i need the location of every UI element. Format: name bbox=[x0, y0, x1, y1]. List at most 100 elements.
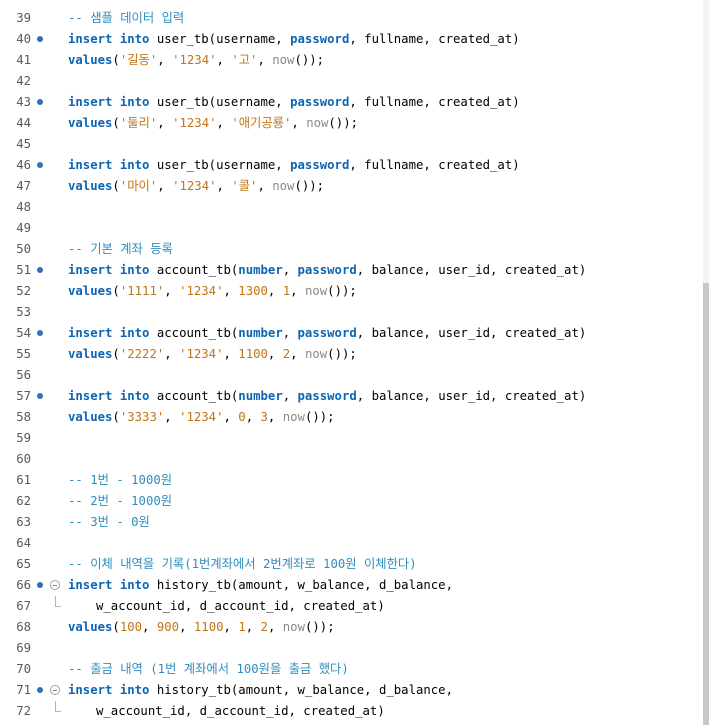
code-line[interactable]: 53 bbox=[0, 302, 700, 323]
code-line[interactable]: 61 -- 1번 - 1000원 bbox=[0, 470, 700, 491]
punctuation-token: , bbox=[245, 410, 261, 424]
line-number: 72 bbox=[16, 704, 31, 718]
code-line[interactable]: 59 bbox=[0, 428, 700, 449]
code-line[interactable]: 45 bbox=[0, 134, 700, 155]
code-line[interactable]: 60 bbox=[0, 449, 700, 470]
line-number: 67 bbox=[16, 599, 31, 613]
code-line[interactable]: 69 bbox=[0, 638, 700, 659]
punctuation-token: ()); bbox=[294, 53, 325, 67]
fold-collapse-icon[interactable] bbox=[50, 685, 60, 695]
punctuation-token: , bbox=[282, 389, 298, 403]
code-line[interactable]: 70 -- 출금 내역 (1번 계좌에서 100원을 출금 했다) bbox=[0, 659, 700, 680]
code-line[interactable]: 52 values('1111', '1234', 1300, 1, now())… bbox=[0, 281, 700, 302]
code-line[interactable]: 50 -- 기본 계좌 등록 bbox=[0, 239, 700, 260]
code-line[interactable]: 39 -- 샘플 데이터 입력 bbox=[0, 8, 700, 29]
code-line[interactable]: 56 bbox=[0, 365, 700, 386]
punctuation-token bbox=[112, 578, 119, 592]
statement-marker-icon[interactable] bbox=[37, 99, 43, 105]
code-text: -- 출금 내역 (1번 계좌에서 100원을 출금 했다) bbox=[68, 659, 349, 680]
vertical-scrollbar[interactable] bbox=[703, 0, 709, 725]
punctuation-token: , bbox=[142, 620, 157, 634]
punctuation-token bbox=[112, 95, 119, 109]
code-text: -- 2번 - 1000원 bbox=[68, 491, 172, 512]
keyword-token: values bbox=[68, 410, 113, 424]
statement-marker-icon[interactable] bbox=[37, 393, 43, 399]
number-token: 3 bbox=[260, 410, 268, 424]
statement-marker-icon[interactable] bbox=[37, 267, 43, 273]
line-number: 62 bbox=[16, 494, 31, 508]
code-line[interactable]: 42 bbox=[0, 71, 700, 92]
punctuation-token: , bbox=[282, 263, 298, 277]
code-text: values('2222', '1234', 1100, 2, now()); bbox=[68, 344, 357, 365]
line-number: 52 bbox=[16, 284, 31, 298]
code-line[interactable]: 51 insert into account_tb(number, passwor… bbox=[0, 260, 700, 281]
code-text: -- 1번 - 1000원 bbox=[68, 470, 172, 491]
scrollbar-thumb[interactable] bbox=[703, 283, 709, 725]
code-line[interactable]: 65 -- 이체 내역을 기록(1번계좌에서 2번계좌로 100원 이체한다) bbox=[0, 554, 700, 575]
code-line[interactable]: 58 values('3333', '1234', 0, 3, now()); bbox=[0, 407, 700, 428]
code-text: values('길동', '1234', '고', now()); bbox=[68, 50, 324, 71]
code-line[interactable]: 72 w_account_id, d_account_id, created_at… bbox=[0, 701, 700, 722]
code-line[interactable]: 44 values('둘리', '1234', '애기공룡', now()); bbox=[0, 113, 700, 134]
code-line[interactable]: 49 bbox=[0, 218, 700, 239]
keyword-token: into bbox=[119, 326, 150, 340]
keyword-token: into bbox=[119, 683, 150, 697]
keyword-token: password bbox=[290, 158, 350, 172]
punctuation-token: ( bbox=[112, 53, 120, 67]
keyword-token: number bbox=[238, 263, 283, 277]
number-token: 1300 bbox=[238, 284, 268, 298]
punctuation-token: , bbox=[257, 179, 273, 193]
keyword-token: values bbox=[68, 179, 113, 193]
code-line[interactable]: 62 -- 2번 - 1000원 bbox=[0, 491, 700, 512]
code-line[interactable]: 66 insert into history_tb(amount, w_balan… bbox=[0, 575, 700, 596]
code-line[interactable]: 54 insert into account_tb(number, passwor… bbox=[0, 323, 700, 344]
code-line[interactable]: 47 values('마이', '1234', '콜', now()); bbox=[0, 176, 700, 197]
code-line[interactable]: 67 w_account_id, d_account_id, created_at… bbox=[0, 596, 700, 617]
statement-marker-icon[interactable] bbox=[37, 330, 43, 336]
code-text: w_account_id, d_account_id, created_at) bbox=[96, 701, 385, 722]
keyword-token: password bbox=[297, 389, 357, 403]
code-text: insert into user_tb(username, password, … bbox=[68, 29, 520, 50]
code-line[interactable]: 68 values(100, 900, 1100, 1, 2, now()); bbox=[0, 617, 700, 638]
code-line[interactable]: 57 insert into account_tb(number, passwor… bbox=[0, 386, 700, 407]
line-number: 50 bbox=[16, 242, 31, 256]
code-line[interactable]: 41 values('길동', '1234', '고', now()); bbox=[0, 50, 700, 71]
code-line[interactable]: 63 -- 3번 - 0원 bbox=[0, 512, 700, 533]
fold-collapse-icon[interactable] bbox=[50, 580, 60, 590]
function-token: now bbox=[272, 53, 295, 67]
identifier-token: , fullname, created_at) bbox=[349, 158, 520, 172]
line-number: 64 bbox=[16, 536, 31, 550]
punctuation-token bbox=[112, 263, 119, 277]
code-line[interactable]: 55 values('2222', '1234', 1100, 2, now())… bbox=[0, 344, 700, 365]
identifier-token: account_tb( bbox=[149, 389, 239, 403]
statement-marker-icon[interactable] bbox=[37, 582, 43, 588]
code-line[interactable]: 40 insert into user_tb(username, password… bbox=[0, 29, 700, 50]
line-number: 68 bbox=[16, 620, 31, 634]
comment-token: -- 3번 - 0원 bbox=[68, 515, 150, 529]
function-token: now bbox=[282, 410, 305, 424]
statement-marker-icon[interactable] bbox=[37, 36, 43, 42]
statement-marker-icon[interactable] bbox=[37, 162, 43, 168]
punctuation-token: ( bbox=[112, 347, 120, 361]
number-token: 100 bbox=[119, 620, 143, 634]
code-line[interactable]: 48 bbox=[0, 197, 700, 218]
punctuation-token: , bbox=[223, 620, 239, 634]
string-token: '콜' bbox=[231, 179, 258, 193]
punctuation-token bbox=[112, 158, 119, 172]
string-token: '고' bbox=[231, 53, 258, 67]
statement-marker-icon[interactable] bbox=[37, 687, 43, 693]
identifier-token: w_account_id, d_account_id, created_at) bbox=[96, 599, 385, 613]
line-number: 55 bbox=[16, 347, 31, 361]
code-line[interactable]: 71 insert into history_tb(amount, w_balan… bbox=[0, 680, 700, 701]
code-text: values('마이', '1234', '콜', now()); bbox=[68, 176, 324, 197]
string-token: '1234' bbox=[179, 347, 224, 361]
function-token: now bbox=[304, 284, 328, 298]
punctuation-token: , bbox=[267, 284, 283, 298]
code-line[interactable]: 46 insert into user_tb(username, password… bbox=[0, 155, 700, 176]
comment-token: -- 2번 - 1000원 bbox=[68, 494, 173, 508]
sql-editor[interactable]: 39 -- 샘플 데이터 입력 40 insert into user_tb(user… bbox=[0, 0, 709, 725]
fold-end-guide bbox=[55, 596, 61, 607]
punctuation-token: , bbox=[267, 347, 283, 361]
code-line[interactable]: 64 bbox=[0, 533, 700, 554]
code-line[interactable]: 43 insert into user_tb(username, password… bbox=[0, 92, 700, 113]
